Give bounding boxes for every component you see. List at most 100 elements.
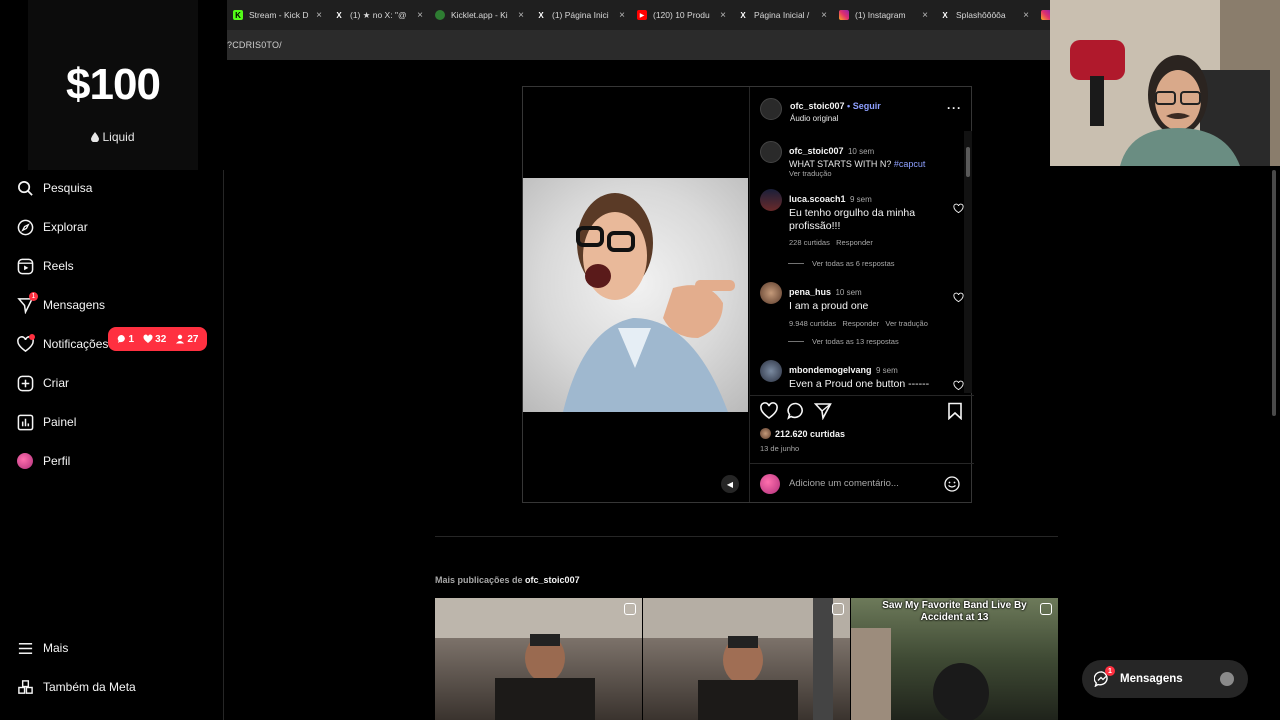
sidebar-item-reels[interactable]: Reels	[16, 254, 74, 278]
close-tab-icon[interactable]: ×	[316, 10, 322, 21]
close-tab-icon[interactable]: ×	[922, 10, 928, 21]
follow-button[interactable]: Seguir	[853, 101, 881, 111]
close-tab-icon[interactable]: ×	[619, 10, 625, 21]
sidebar-item-more[interactable]: Mais	[16, 636, 68, 660]
contact-avatar	[1220, 672, 1234, 686]
comment-heart-icon[interactable]	[953, 292, 964, 303]
sidebar-item-search[interactable]: Pesquisa	[16, 176, 92, 200]
commenter-avatar[interactable]	[760, 282, 782, 304]
more-posts-user-link[interactable]: ofc_stoic007	[525, 575, 580, 585]
commenter-avatar[interactable]	[760, 360, 782, 382]
comments-scrollbar[interactable]	[964, 131, 972, 393]
x-icon: X	[942, 10, 948, 20]
comment-text: Eu tenho orgulho da minha profissão!!!	[789, 207, 916, 232]
see-translation-link[interactable]: Ver tradução	[789, 169, 950, 178]
like-count: 32	[143, 334, 166, 345]
close-tab-icon[interactable]: ×	[821, 10, 827, 21]
comment-likes[interactable]: 228 curtidas	[789, 238, 830, 247]
messenger-icon: 1	[16, 292, 38, 314]
section-divider	[435, 536, 1058, 537]
scrollbar-thumb[interactable]	[966, 147, 970, 177]
browser-tab[interactable]: K Stream - Kick D ×	[227, 0, 328, 30]
plus-square-icon	[16, 374, 34, 392]
browser-tab[interactable]	[1035, 0, 1050, 30]
comment-count: 1	[117, 334, 134, 345]
close-tab-icon[interactable]: ×	[720, 10, 726, 21]
notifications-pill[interactable]: 1 32 27	[108, 327, 207, 351]
comment-icon	[117, 334, 125, 343]
browser-tab[interactable]: ▶ (120) 10 Produ ×	[631, 0, 732, 30]
heart-icon	[16, 334, 35, 353]
more-posts-heading: Mais publicações de ofc_stoic007	[435, 575, 580, 585]
comment-heart-icon[interactable]	[953, 380, 964, 391]
close-tab-icon[interactable]: ×	[518, 10, 524, 21]
hashtag-link[interactable]: #capcut	[894, 159, 926, 169]
view-replies[interactable]: Ver todas as 6 respostas	[788, 259, 895, 268]
comment-heart-icon[interactable]	[953, 203, 964, 214]
caption-avatar[interactable]	[760, 141, 782, 163]
reply-button[interactable]: Responder	[836, 238, 873, 247]
more-options-icon[interactable]: ···	[947, 101, 962, 115]
close-tab-icon[interactable]: ×	[417, 10, 423, 21]
related-reel-thumbnail[interactable]: Saw My Favorite Band Live By Accident at…	[851, 598, 1058, 720]
sidebar-item-explore[interactable]: Explorar	[16, 215, 88, 239]
address-bar[interactable]: ?CDRIS0TO/	[227, 30, 1050, 60]
instagram-icon	[839, 10, 849, 20]
donation-amount: $100	[66, 60, 161, 109]
x-icon: X	[336, 10, 342, 20]
author-avatar[interactable]	[760, 98, 782, 120]
browser-tab[interactable]: (1) Instagram ×	[833, 0, 934, 30]
likes-summary[interactable]: 212.620 curtidas	[760, 428, 845, 439]
view-replies[interactable]: Ver todas as 13 respostas	[788, 337, 899, 346]
post-media[interactable]: ◀	[523, 87, 748, 502]
like-icon[interactable]	[760, 402, 778, 420]
close-tab-icon[interactable]: ×	[1023, 10, 1029, 21]
see-translation-link[interactable]: Ver tradução	[885, 319, 928, 328]
related-reel-thumbnail[interactable]	[643, 598, 850, 720]
instagram-sidebar: Pesquisa Explorar Reels 1 Mensagens Noti…	[0, 170, 224, 720]
comment-text: I am a proud one	[789, 300, 869, 312]
reply-button[interactable]: Responder	[842, 319, 879, 328]
messenger-icon: 1	[1093, 666, 1115, 688]
share-icon[interactable]	[814, 402, 832, 420]
sidebar-item-dashboard[interactable]: Painel	[16, 410, 76, 434]
volume-button[interactable]: ◀	[721, 475, 739, 493]
url-text: ?CDRIS0TO/	[227, 40, 282, 50]
browser-tab[interactable]: X (1) ★ no X: "@ ×	[328, 0, 429, 30]
page-scrollbar[interactable]	[1272, 170, 1276, 416]
related-reel-thumbnail[interactable]	[435, 598, 642, 720]
add-comment-input[interactable]: Adicione um comentário...	[789, 478, 944, 489]
commenter-avatar[interactable]	[760, 189, 782, 211]
sidebar-item-profile[interactable]: Perfil	[16, 449, 70, 473]
browser-tab[interactable]: Kicklet.app - Ki ×	[429, 0, 530, 30]
kick-icon: K	[233, 10, 243, 20]
browser-tab[interactable]: X Splashôôôôa ×	[934, 0, 1035, 30]
sidebar-item-notifications[interactable]: Notificações	[16, 332, 108, 356]
instagram-icon	[1041, 10, 1050, 20]
video-frame	[563, 193, 735, 412]
post-video[interactable]	[523, 178, 748, 412]
author-username[interactable]: ofc_stoic007	[790, 101, 845, 111]
comment-icon[interactable]	[787, 402, 805, 420]
sidebar-item-create[interactable]: Criar	[16, 371, 69, 395]
caption-username[interactable]: ofc_stoic007	[789, 146, 844, 156]
messages-float-button[interactable]: 1 Mensagens	[1082, 660, 1248, 698]
bookmark-icon[interactable]	[946, 402, 964, 420]
browser-tab[interactable]: X Página Inicial / ×	[732, 0, 833, 30]
notification-dot	[29, 334, 35, 340]
browser-tab[interactable]: X (1) Página Inici ×	[530, 0, 631, 30]
post-header: ofc_stoic007 • Seguir Áudio original ···	[750, 87, 974, 131]
post-sidebar: ofc_stoic007 • Seguir Áudio original ···…	[749, 87, 974, 502]
liker-avatar	[760, 428, 771, 439]
webcam-image	[1050, 0, 1280, 166]
x-icon: X	[740, 10, 746, 20]
emoji-icon[interactable]	[944, 475, 960, 492]
reels-icon	[16, 257, 34, 275]
comment-likes[interactable]: 9.948 curtidas	[789, 319, 836, 328]
comment: mbondemogelvang 9 sem Even a Proud one b…	[760, 360, 964, 391]
audio-label[interactable]: Áudio original	[790, 114, 881, 123]
sidebar-item-messages[interactable]: 1 Mensagens	[16, 292, 105, 317]
post-card: ◀ ofc_stoic007 • Seguir Áudio original ·…	[522, 86, 974, 503]
sidebar-item-also-from-meta[interactable]: Também da Meta	[16, 675, 136, 699]
person-icon	[176, 334, 185, 344]
